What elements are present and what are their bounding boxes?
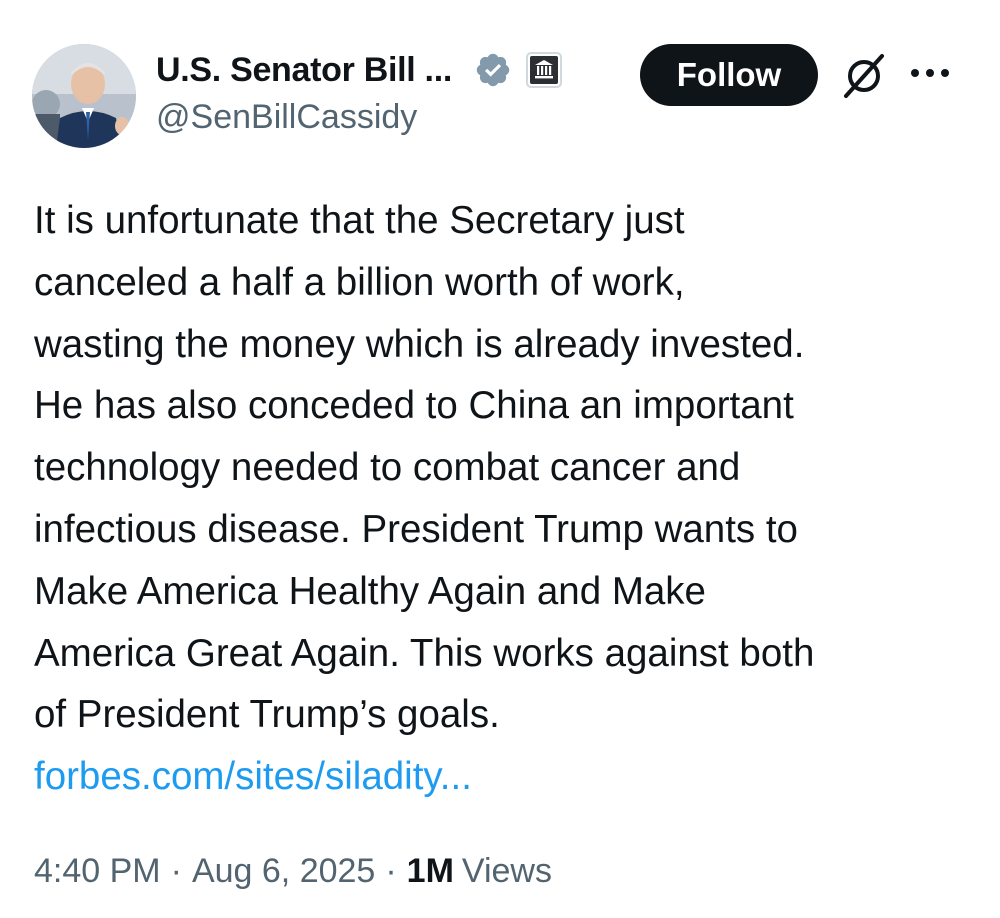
verified-badge-icon xyxy=(474,51,512,89)
tweet-time[interactable]: 4:40 PM xyxy=(34,852,161,891)
follow-button[interactable]: Follow xyxy=(640,44,818,106)
government-building-icon xyxy=(525,52,562,88)
tweet-text-line: infectious disease. President Trump want… xyxy=(34,507,798,551)
views-label: Views xyxy=(461,852,552,890)
author-name-row: U.S. Senator Bill ... xyxy=(156,48,562,92)
avatar[interactable] xyxy=(32,44,136,148)
tweet-text-line: canceled a half a billion worth of work, xyxy=(34,260,685,304)
tweet-text-line: Make America Healthy Again and Make xyxy=(34,569,706,613)
tweet-text-line: He has also conceded to China an importa… xyxy=(34,384,794,428)
meta-separator: · xyxy=(385,852,397,890)
meta-separator: · xyxy=(170,852,182,890)
tweet-text-line: It is unfortunate that the Secretary jus… xyxy=(34,199,685,242)
tweet-card: U.S. Senator Bill ... @SenBillCassidy Fo… xyxy=(0,0,1000,918)
avatar-photo-icon xyxy=(32,44,136,148)
author-display-name[interactable]: U.S. Senator Bill ... xyxy=(156,51,452,90)
views-count: 1M xyxy=(406,852,454,890)
tweet-text-line: America Great Again. This works against … xyxy=(34,631,815,675)
tweet-meta: 4:40 PM · Aug 6, 2025 · 1M Views xyxy=(34,852,552,891)
more-options-icon[interactable] xyxy=(908,58,952,88)
article-link[interactable]: forbes.com/sites/siladity... xyxy=(34,746,472,808)
author-handle[interactable]: @SenBillCassidy xyxy=(156,98,417,137)
grok-icon[interactable] xyxy=(840,52,888,100)
tweet-text-line: technology needed to combat cancer and xyxy=(34,446,741,490)
tweet-date[interactable]: Aug 6, 2025 xyxy=(192,852,375,891)
tweet-text-line: of President Trump’s goals. xyxy=(34,693,500,737)
tweet-text-line: wasting the money which is already inves… xyxy=(34,322,805,366)
tweet-text: It is unfortunate that the Secretary jus… xyxy=(34,190,974,746)
